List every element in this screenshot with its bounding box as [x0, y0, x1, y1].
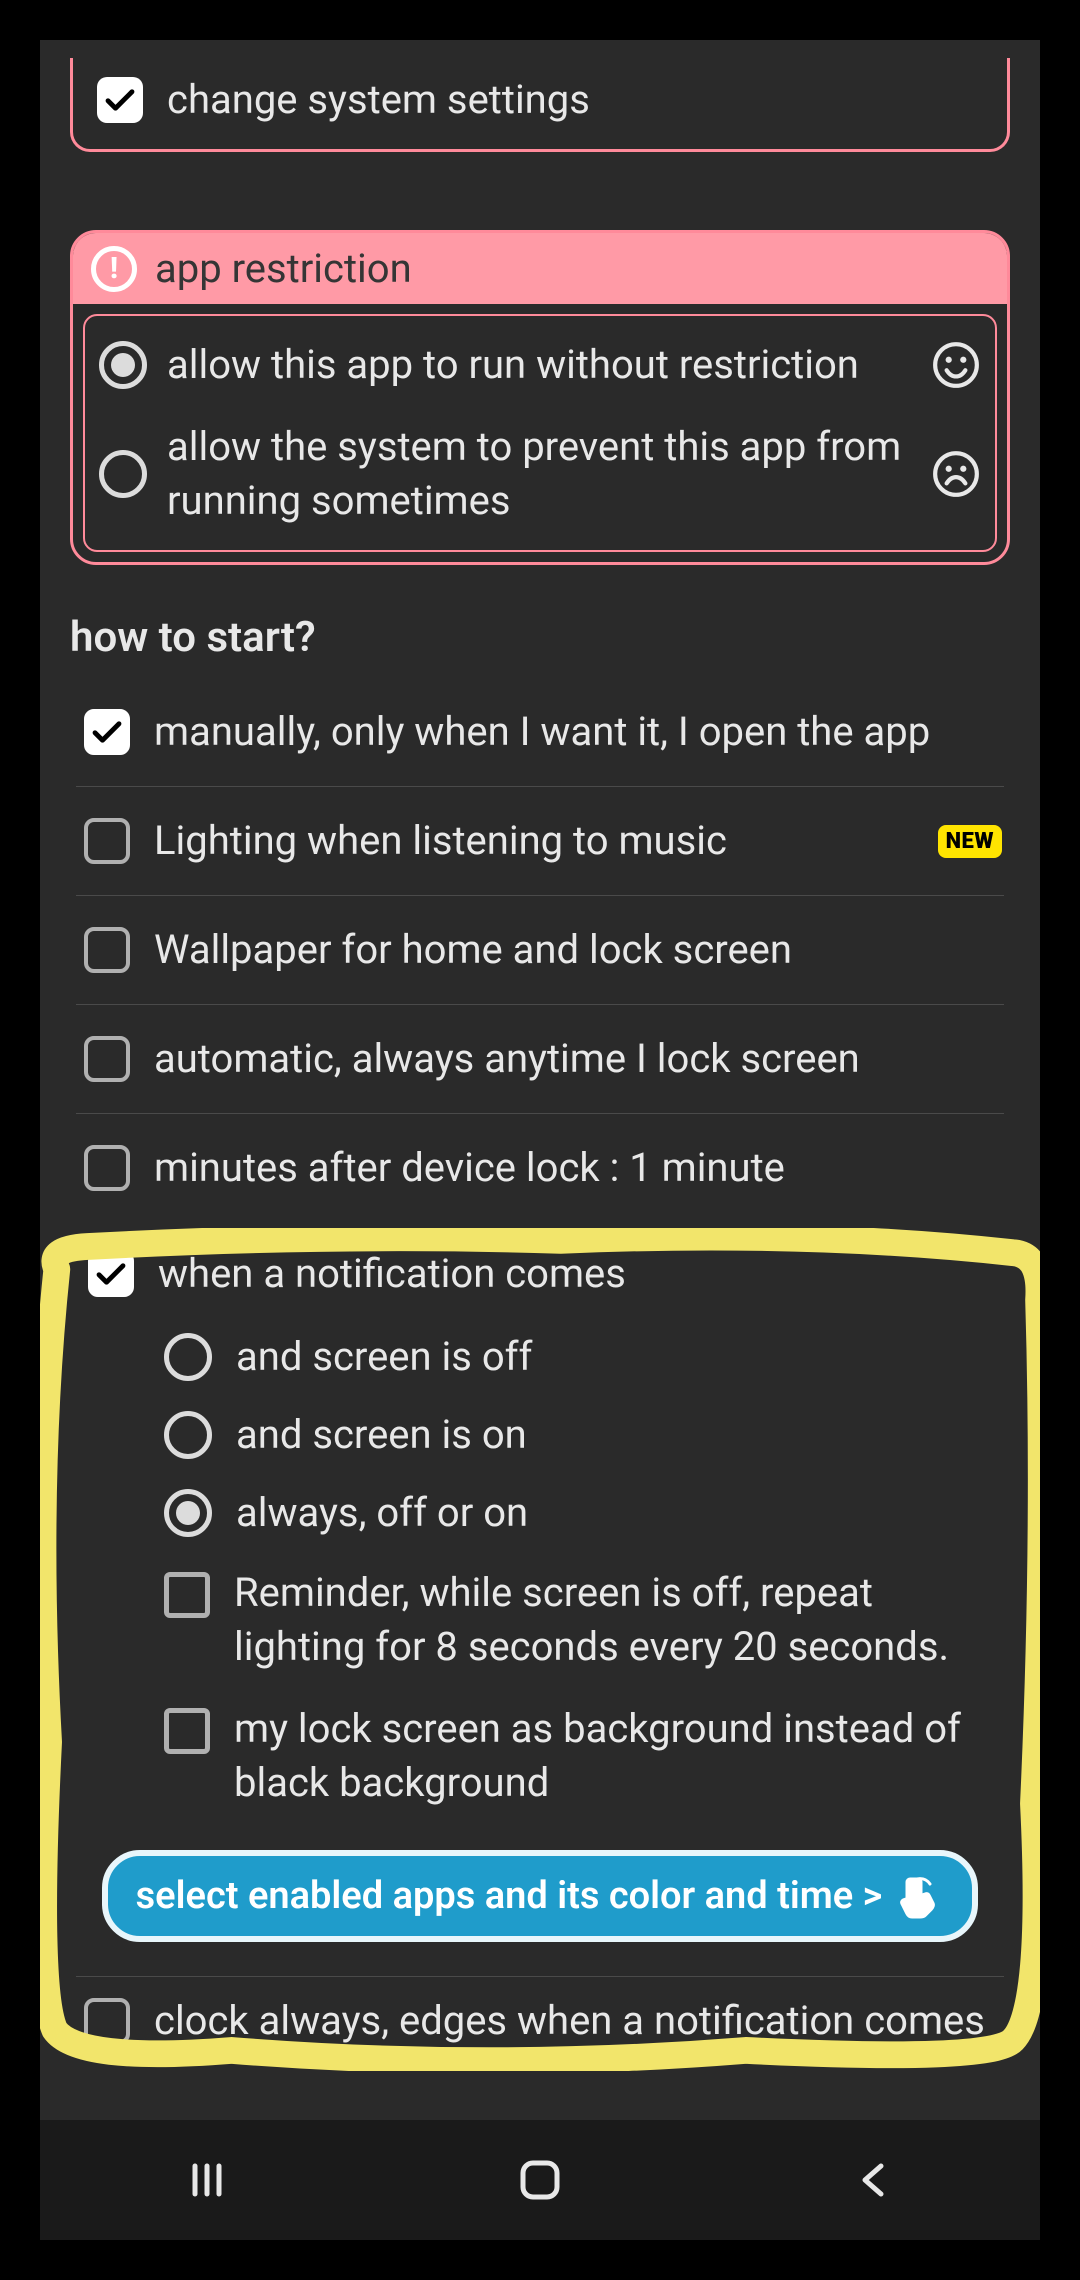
new-badge: NEW	[938, 825, 1002, 858]
radio-unselected-icon	[164, 1333, 212, 1381]
app-restriction-options: allow this app to run without restrictio…	[83, 314, 997, 552]
checkbox-unchecked-icon	[164, 1708, 210, 1754]
notification-block: when a notification comes and screen is …	[76, 1222, 1004, 1972]
checkbox-checked-icon	[97, 77, 143, 123]
check-lockscreen-bg[interactable]: my lock screen as background instead of …	[80, 1688, 1000, 1824]
how-to-start-section: how to start? manually, only when I want…	[70, 613, 1010, 2047]
radio-allow-prevent[interactable]: allow the system to prevent this app fro…	[99, 406, 981, 542]
option-label: automatic, always anytime I lock screen	[154, 1033, 1002, 1085]
cta-label: select enabled apps and its color and ti…	[136, 1874, 883, 1918]
back-icon	[851, 2158, 895, 2202]
touch-icon	[896, 1872, 944, 1920]
option-label: minutes after device lock : 1 minute	[154, 1142, 1002, 1194]
radio-screen-on[interactable]: and screen is on	[80, 1396, 1000, 1474]
nav-back-button[interactable]	[838, 2145, 908, 2215]
frown-icon	[931, 449, 981, 499]
check-label: Reminder, while screen is off, repeat li…	[234, 1566, 980, 1674]
app-restriction-title: app restriction	[155, 245, 412, 292]
checkbox-unchecked-icon	[84, 818, 130, 864]
alert-icon: !	[91, 246, 137, 292]
check-reminder-repeat[interactable]: Reminder, while screen is off, repeat li…	[80, 1552, 1000, 1688]
select-enabled-apps-button[interactable]: select enabled apps and its color and ti…	[102, 1850, 978, 1942]
checkbox-unchecked-icon	[84, 927, 130, 973]
radio-selected-icon	[99, 341, 147, 389]
radio-unselected-icon	[164, 1411, 212, 1459]
radio-label: allow the system to prevent this app fro…	[167, 420, 911, 528]
app-restriction-header: ! app restriction	[73, 233, 1007, 304]
radio-always[interactable]: always, off or on	[80, 1474, 1000, 1552]
option-wallpaper[interactable]: Wallpaper for home and lock screen	[76, 896, 1004, 1005]
nav-recents-button[interactable]	[172, 2145, 242, 2215]
option-automatic-lock[interactable]: automatic, always anytime I lock screen	[76, 1005, 1004, 1114]
radio-label: always, off or on	[236, 1486, 528, 1540]
option-lighting-music[interactable]: Lighting when listening to music NEW	[76, 787, 1004, 896]
checkbox-checked-icon	[88, 1251, 134, 1297]
recents-icon	[185, 2158, 229, 2202]
settings-screen: change system settings ! app restriction…	[40, 40, 1040, 2240]
checkbox-unchecked-icon	[84, 1145, 130, 1191]
option-clock-always[interactable]: clock always, edges when a notification …	[76, 1976, 1004, 2047]
option-label: Wallpaper for home and lock screen	[154, 924, 1002, 976]
radio-selected-icon	[164, 1489, 212, 1537]
android-navbar	[40, 2120, 1040, 2240]
option-minutes-after-lock[interactable]: minutes after device lock : 1 minute	[76, 1114, 1004, 1222]
checkbox-unchecked-icon	[84, 1998, 130, 2044]
checkbox-unchecked-icon	[164, 1572, 210, 1618]
radio-label: and screen is off	[236, 1330, 532, 1384]
nav-home-button[interactable]	[505, 2145, 575, 2215]
option-label: when a notification comes	[158, 1248, 998, 1300]
radio-label: allow this app to run without restrictio…	[167, 338, 911, 392]
change-system-settings-label: change system settings	[167, 76, 590, 123]
change-system-settings-card: change system settings	[70, 58, 1010, 152]
change-system-settings-row[interactable]: change system settings	[97, 76, 983, 123]
app-restriction-card: ! app restriction allow this app to run …	[70, 230, 1010, 565]
option-manual[interactable]: manually, only when I want it, I open th…	[76, 678, 1004, 787]
checkbox-checked-icon	[84, 709, 130, 755]
radio-label: and screen is on	[236, 1408, 527, 1462]
checkbox-unchecked-icon	[84, 1036, 130, 1082]
radio-allow-without-restriction[interactable]: allow this app to run without restrictio…	[99, 324, 981, 406]
option-label: manually, only when I want it, I open th…	[154, 706, 1002, 758]
option-when-notification[interactable]: when a notification comes	[80, 1244, 1000, 1318]
radio-screen-off[interactable]: and screen is off	[80, 1318, 1000, 1396]
option-label: clock always, edges when a notification …	[154, 1995, 1002, 2047]
smile-icon	[931, 340, 981, 390]
check-label: my lock screen as background instead of …	[234, 1702, 980, 1810]
home-icon	[515, 2155, 565, 2205]
option-label: Lighting when listening to music	[154, 815, 914, 867]
radio-unselected-icon	[99, 450, 147, 498]
how-to-start-title: how to start?	[70, 613, 1010, 662]
